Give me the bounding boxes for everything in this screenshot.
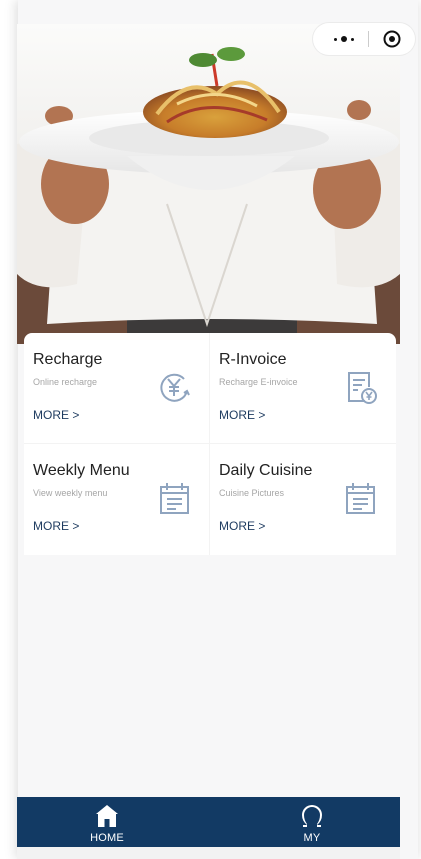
user-profile-icon: [302, 805, 322, 827]
invoice-yuan-icon: [348, 372, 377, 404]
card-title: Daily Cuisine: [219, 462, 313, 479]
home-indicator-area: [17, 847, 400, 859]
hero-banner-image: [17, 24, 400, 344]
tab-my[interactable]: MY: [252, 797, 372, 847]
card-subtitle: View weekly menu: [33, 488, 108, 498]
more-link[interactable]: MORE >: [33, 408, 79, 422]
mini-program-capsule: [312, 22, 416, 56]
card-title: Recharge: [33, 351, 103, 368]
more-link[interactable]: MORE >: [219, 519, 265, 533]
card-weekly-menu[interactable]: Weekly Menu View weekly menu MORE >: [24, 444, 210, 555]
card-title: R-Invoice: [219, 351, 287, 368]
more-link[interactable]: MORE >: [33, 519, 79, 533]
yuan-recharge-icon: [160, 373, 190, 402]
card-daily-cuisine[interactable]: Daily Cuisine Cuisine Pictures MORE >: [210, 444, 396, 555]
chef-plate-illustration: [17, 24, 400, 344]
card-r-invoice[interactable]: R-Invoice Recharge E-invoice MORE >: [210, 333, 396, 444]
target-icon[interactable]: [383, 30, 401, 48]
home-icon: [96, 805, 118, 827]
card-recharge[interactable]: Recharge Online recharge MORE >: [24, 333, 210, 444]
more-dots-icon[interactable]: [327, 23, 361, 55]
capsule-divider: [368, 31, 369, 47]
card-subtitle: Online recharge: [33, 377, 98, 387]
calendar-icon: [160, 483, 189, 514]
more-link[interactable]: MORE >: [219, 408, 265, 422]
feature-card-grid: Recharge Online recharge MORE > R-Invoic…: [24, 333, 396, 555]
tab-label: HOME: [90, 832, 124, 844]
tab-home[interactable]: HOME: [47, 797, 167, 847]
calendar-icon: [346, 483, 375, 514]
card-title: Weekly Menu: [33, 462, 130, 479]
card-subtitle: Recharge E-invoice: [219, 377, 298, 387]
bottom-tab-bar: HOME MY: [17, 797, 400, 847]
tab-label: MY: [303, 832, 321, 844]
card-subtitle: Cuisine Pictures: [219, 488, 285, 498]
